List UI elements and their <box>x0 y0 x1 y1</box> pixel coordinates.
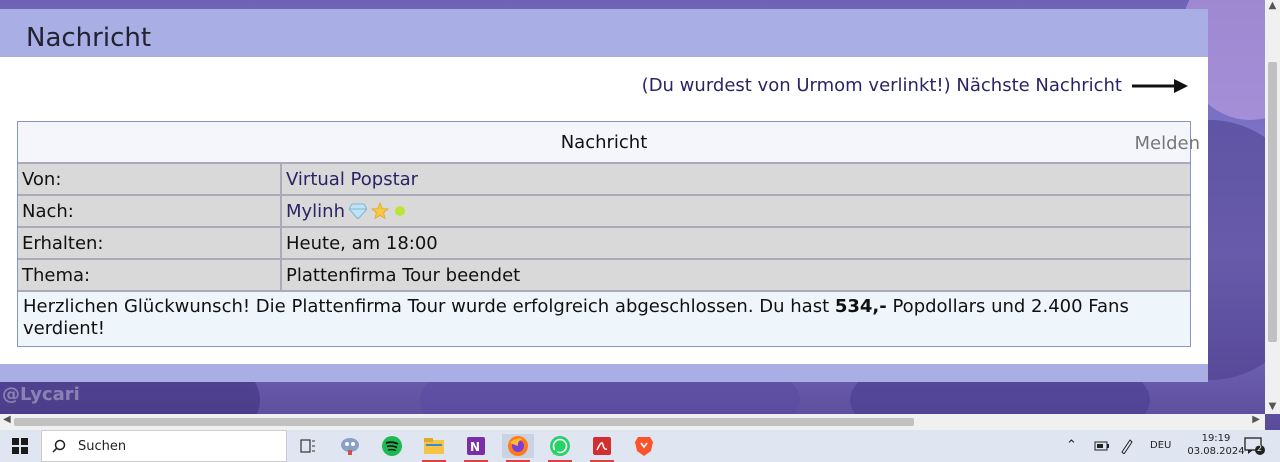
recipient-link[interactable]: Mylinh <box>286 201 345 222</box>
chevron-up-icon[interactable]: ⌃ <box>1066 438 1077 453</box>
language-indicator[interactable]: DEU <box>1150 440 1171 451</box>
diamond-icon <box>349 203 368 219</box>
acrobat-icon[interactable] <box>586 434 618 462</box>
taskbar-search[interactable]: Suchen <box>41 430 287 462</box>
scroll-up-icon[interactable]: ▲ <box>1265 0 1280 11</box>
report-button[interactable]: Melden <box>1134 133 1200 154</box>
table-title: Nachricht <box>560 131 648 153</box>
search-label: Suchen <box>78 438 127 454</box>
onenote-icon[interactable]: N <box>460 434 492 462</box>
file-explorer-icon[interactable] <box>418 434 450 462</box>
message-body: Herzlichen Glückwunsch! Die Plattenfirma… <box>18 292 1190 346</box>
watermark-text: @Lycari <box>2 384 80 405</box>
pen-icon[interactable] <box>1120 438 1134 454</box>
vertical-scrollbar[interactable]: ▲ ▼ <box>1265 0 1280 414</box>
app-icon-mascot[interactable] <box>334 434 366 458</box>
horizontal-scrollbar[interactable]: ◀ ▶ <box>0 414 1265 430</box>
clock[interactable]: 19:19 03.08.2024 <box>1186 432 1246 458</box>
spotify-icon[interactable] <box>376 434 408 458</box>
whatsapp-icon[interactable] <box>544 434 576 462</box>
row-label: Nach: <box>18 196 282 226</box>
message-table-header: Nachricht Melden <box>18 122 1200 164</box>
panel-body: (Du wurdest von Urmom verlinkt!) Nächste… <box>0 57 1208 364</box>
vertical-scroll-thumb[interactable] <box>1268 62 1277 342</box>
clock-date: 03.08.2024 <box>1187 446 1245 457</box>
row-label: Thema: <box>18 260 282 290</box>
row-label: Erhalten: <box>18 228 282 258</box>
online-status-icon <box>395 206 406 216</box>
message-table: Nachricht Melden Von: Virtual Popstar Na… <box>17 121 1200 347</box>
arrow-right-icon[interactable] <box>1130 78 1188 94</box>
popdollar-amount: 534,- <box>834 296 887 317</box>
table-row-subject: Thema: Plattenfirma Tour beendet <box>18 260 1190 292</box>
star-icon <box>371 202 390 220</box>
table-row-received: Erhalten: Heute, am 18:00 <box>18 228 1190 260</box>
clock-time: 19:19 <box>1201 433 1231 444</box>
firefox-icon[interactable] <box>502 434 534 462</box>
next-message-link[interactable]: (Du wurdest von Urmom verlinkt!) Nächste… <box>642 75 1122 96</box>
brave-icon[interactable] <box>628 434 660 458</box>
windows-icon <box>12 438 28 454</box>
notification-icon <box>1244 437 1265 455</box>
message-panel: Nachricht (Du wurdest von Urmom verlinkt… <box>0 9 1208 382</box>
subject-value: Plattenfirma Tour beendet <box>286 264 521 286</box>
search-icon <box>52 439 66 453</box>
task-view-icon[interactable] <box>292 434 324 458</box>
row-label: Von: <box>18 164 282 194</box>
scroll-right-icon[interactable]: ▶ <box>1252 414 1260 425</box>
horizontal-scroll-thumb[interactable] <box>14 418 914 426</box>
page-title: Nachricht <box>26 23 152 53</box>
taskbar: Suchen N ⌃ DEU 19:19 03.08.2024 2 <box>0 430 1280 462</box>
battery-icon[interactable] <box>1094 440 1110 452</box>
message-body-text: Herzlichen Glückwunsch! Die Plattenfirma… <box>23 296 835 317</box>
scroll-left-icon[interactable]: ◀ <box>3 414 11 425</box>
table-row-to: Nach: Mylinh <box>18 196 1190 228</box>
notification-center[interactable]: 2 <box>1244 436 1266 459</box>
received-value: Heute, am 18:00 <box>286 232 438 254</box>
svg-text:N: N <box>470 440 480 454</box>
sender-link[interactable]: Virtual Popstar <box>282 169 418 190</box>
windows-start-button[interactable] <box>0 430 40 462</box>
recipient-cell: Mylinh <box>282 201 406 222</box>
scroll-down-icon[interactable]: ▼ <box>1265 401 1280 412</box>
table-row-from: Von: Virtual Popstar <box>18 164 1190 196</box>
notification-count: 2 <box>1257 444 1263 453</box>
